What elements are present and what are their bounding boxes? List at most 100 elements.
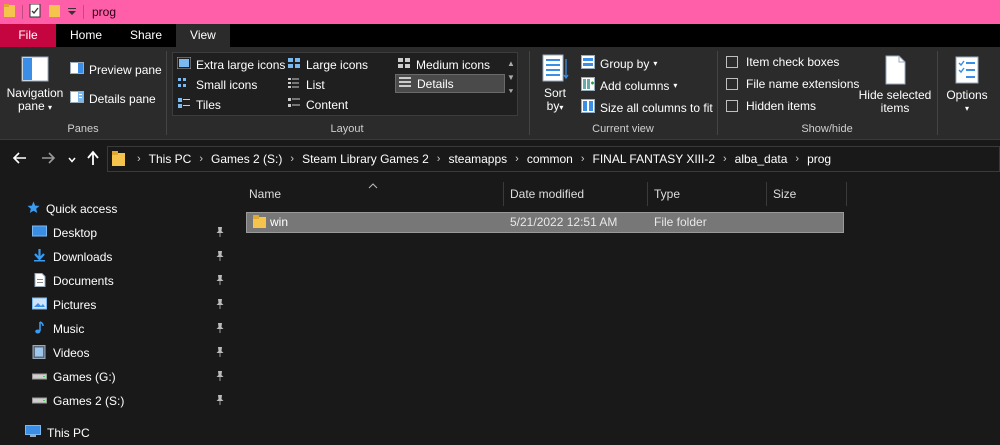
navigation-pane-label-2: pane — [17, 99, 45, 113]
sort-by-button[interactable]: Sort by▾ — [536, 53, 574, 114]
layout-large-icons[interactable]: Large icons — [287, 55, 368, 74]
breadcrumb-prog[interactable]: prog — [807, 152, 831, 166]
column-header-name[interactable]: Name — [243, 180, 501, 208]
details-pane-button[interactable]: Details pane — [70, 91, 156, 106]
sidebar-item-desktop[interactable]: Desktop — [0, 222, 235, 244]
breadcrumb-final-fantasy[interactable]: FINAL FANTASY XIII-2 — [593, 152, 715, 166]
item-check-boxes-checkbox[interactable] — [726, 56, 738, 68]
layout-extra-large-icons[interactable]: Extra large icons — [176, 55, 286, 74]
new-folder-icon[interactable] — [49, 4, 61, 21]
layout-small-icons[interactable]: Small icons — [177, 75, 257, 94]
layout-list[interactable]: List — [287, 75, 325, 94]
sidebar-item-pictures[interactable]: Pictures — [0, 294, 235, 316]
downloads-icon — [32, 249, 47, 265]
breadcrumb-chevron-icon[interactable]: › — [290, 153, 294, 165]
tab-view[interactable]: View — [176, 24, 230, 47]
column-header-date-modified[interactable]: Date modified — [504, 180, 647, 208]
hidden-items-checkbox[interactable] — [726, 100, 738, 112]
layout-medium-icons[interactable]: Medium icons — [397, 55, 490, 74]
layout-details[interactable]: Details — [395, 74, 505, 93]
breadcrumb-chevron-icon[interactable]: › — [137, 153, 141, 165]
sidebar-item-documents[interactable]: Documents — [0, 270, 235, 292]
scroll-down-icon[interactable]: ▼ — [506, 71, 516, 85]
address-bar[interactable]: › This PC › Games 2 (S:) › Steam Library… — [107, 146, 1000, 172]
tab-file[interactable]: File — [0, 24, 56, 47]
preview-pane-button[interactable]: Preview pane — [70, 62, 162, 77]
sidebar-item-games-2-s[interactable]: Games 2 (S:) — [0, 390, 235, 412]
pin-icon[interactable] — [215, 274, 225, 289]
sidebar-item-videos[interactable]: Videos — [0, 342, 235, 364]
file-name-extensions-toggle[interactable]: File name extensions — [726, 77, 859, 91]
sidebar-item-quick-access[interactable]: Quick access — [0, 198, 235, 220]
pin-icon[interactable] — [215, 226, 225, 241]
breadcrumb-chevron-icon[interactable]: › — [723, 153, 727, 165]
hide-selected-items-button[interactable]: Hide selected items — [858, 55, 932, 115]
group-by-button[interactable]: Group by ▾ — [581, 55, 657, 72]
breadcrumb-this-pc[interactable]: This PC — [149, 152, 192, 166]
column-header-size[interactable]: Size — [767, 180, 845, 208]
column-divider[interactable] — [846, 182, 847, 206]
breadcrumb-chevron-icon[interactable]: › — [199, 153, 203, 165]
breadcrumb-chevron-icon[interactable]: › — [437, 153, 441, 165]
pin-icon[interactable] — [215, 394, 225, 409]
forward-arrow-icon[interactable] — [40, 150, 56, 171]
layout-tiles[interactable]: Tiles — [177, 95, 221, 114]
group-by-icon — [581, 55, 595, 72]
sidebar-item-music[interactable]: Music — [0, 318, 235, 340]
back-arrow-icon[interactable] — [12, 150, 28, 171]
pin-icon[interactable] — [215, 322, 225, 337]
layout-group-label: Layout — [330, 123, 364, 135]
pin-icon[interactable] — [215, 250, 225, 265]
sidebar-item-this-pc[interactable]: This PC — [0, 422, 235, 444]
breadcrumb-chevron-icon[interactable]: › — [515, 153, 519, 165]
pin-icon[interactable] — [215, 346, 225, 361]
customize-toolbar-icon[interactable] — [67, 4, 77, 21]
documents-label: Documents — [53, 274, 114, 288]
add-columns-label: Add columns — [600, 78, 670, 93]
layout-scroll-arrows[interactable]: ▲ ▼ ⯆ — [506, 57, 516, 99]
add-columns-button[interactable]: Add columns ▾ — [581, 77, 677, 94]
breadcrumb-steamapps[interactable]: steamapps — [448, 152, 507, 166]
medium-icons-icon — [397, 57, 411, 72]
file-name[interactable]: win — [270, 213, 288, 232]
tab-share[interactable]: Share — [116, 24, 176, 47]
extra-large-icons-label: Extra large icons — [196, 57, 286, 72]
file-name-extensions-checkbox[interactable] — [726, 78, 738, 90]
table-row[interactable]: win 5/21/2022 12:51 AM File folder — [246, 212, 844, 233]
column-header-type[interactable]: Type — [648, 180, 766, 208]
drive-icon — [32, 394, 47, 409]
videos-label: Videos — [53, 346, 90, 360]
hidden-items-toggle[interactable]: Hidden items — [726, 99, 816, 113]
item-check-boxes-toggle[interactable]: Item check boxes — [726, 55, 839, 69]
large-icons-icon — [287, 57, 301, 72]
up-arrow-icon[interactable] — [85, 150, 101, 171]
sidebar-item-downloads[interactable]: Downloads — [0, 246, 235, 268]
expand-icon[interactable]: ⯆ — [506, 85, 516, 99]
pin-icon[interactable] — [215, 298, 225, 313]
group-by-label: Group by — [600, 56, 650, 71]
options-button[interactable]: Options ▾ — [942, 55, 992, 115]
breadcrumb-alba-data[interactable]: alba_data — [735, 152, 788, 166]
file-name-extensions-label: File name extensions — [746, 77, 860, 91]
size-all-columns-button[interactable]: Size all columns to fit — [581, 99, 713, 116]
layout-content[interactable]: Content — [287, 95, 348, 114]
tab-home[interactable]: Home — [56, 24, 116, 47]
properties-icon[interactable] — [29, 3, 41, 21]
breadcrumb-common[interactable]: common — [527, 152, 573, 166]
documents-icon — [32, 272, 47, 290]
extra-large-icons-icon — [176, 56, 192, 72]
options-icon — [953, 55, 981, 85]
scroll-up-icon[interactable]: ▲ — [506, 57, 516, 71]
sidebar-item-games-g[interactable]: Games (G:) — [0, 366, 235, 388]
music-label: Music — [53, 322, 85, 336]
folder-icon[interactable] — [4, 3, 16, 21]
recent-locations-chevron-icon[interactable] — [67, 152, 77, 170]
pin-icon[interactable] — [215, 370, 225, 385]
quick-access-label: Quick access — [46, 202, 118, 216]
navigation-pane-button[interactable]: Navigation pane ▾ — [6, 55, 64, 114]
breadcrumb-steam-library[interactable]: Steam Library Games 2 — [302, 152, 429, 166]
tiles-icon — [177, 97, 191, 112]
breadcrumb-chevron-icon[interactable]: › — [581, 153, 585, 165]
breadcrumb-chevron-icon[interactable]: › — [795, 153, 799, 165]
breadcrumb-games-2[interactable]: Games 2 (S:) — [211, 152, 282, 166]
